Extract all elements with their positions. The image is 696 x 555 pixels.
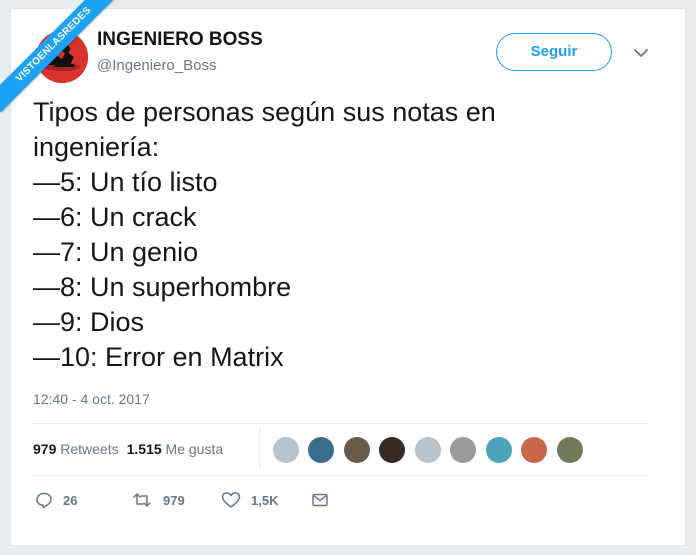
- liker-avatar[interactable]: [485, 437, 512, 463]
- liker-avatar[interactable]: [521, 437, 548, 463]
- liker-avatars: [273, 437, 588, 463]
- liker-avatar[interactable]: [414, 437, 441, 463]
- liker-avatar[interactable]: [556, 437, 583, 463]
- liker-avatar[interactable]: [308, 437, 335, 463]
- tweet-line: —9: Dios: [33, 307, 145, 337]
- likes-label: Me gusta: [165, 441, 224, 457]
- envelope-icon: [311, 491, 329, 509]
- reply-count: 26: [63, 492, 78, 508]
- tweet-line: —10: Error en Matrix: [33, 342, 284, 372]
- tweet-line: ingeniería:: [33, 132, 160, 162]
- liker-avatar[interactable]: [273, 437, 299, 463]
- liker-avatar[interactable]: [450, 437, 477, 463]
- likes-stat[interactable]: 1.515 Me gusta: [127, 441, 224, 457]
- tweet-timestamp[interactable]: 12:40 - 4 oct. 2017: [33, 391, 150, 407]
- likes-count: 1.515: [126, 441, 162, 457]
- stats-separator: [259, 427, 260, 469]
- liker-avatar[interactable]: [343, 437, 370, 463]
- follow-button[interactable]: Seguir: [496, 33, 612, 71]
- retweets-stat[interactable]: 979 Retweets: [33, 441, 119, 457]
- tweet-line: —8: Un superhombre: [33, 272, 292, 302]
- reply-button[interactable]: 26: [35, 489, 77, 511]
- message-button[interactable]: [311, 489, 329, 511]
- retweets-label: Retweets: [60, 441, 119, 457]
- retweet-button[interactable]: 979: [131, 489, 185, 511]
- tweet-line: —6: Un crack: [33, 202, 197, 232]
- tweet-card: VISTOENLASREDES INGENIERO BOSS @Ingenier…: [0, 0, 686, 546]
- like-button[interactable]: 1,5K: [221, 489, 278, 511]
- reply-icon: [35, 491, 53, 509]
- tweet-text: Tipos de personas según sus notas en ing…: [33, 95, 673, 375]
- divider: [33, 423, 649, 424]
- retweet-icon: [131, 491, 153, 509]
- author-name[interactable]: INGENIERO BOSS: [97, 29, 263, 51]
- tweet-line: —7: Un genio: [33, 237, 199, 267]
- divider: [33, 475, 649, 476]
- tweet-line: Tipos de personas según sus notas en: [33, 97, 496, 127]
- liker-avatar[interactable]: [379, 437, 406, 463]
- like-count: 1,5K: [251, 492, 279, 508]
- heart-icon: [221, 491, 241, 509]
- tweet-stats: 979 Retweets 1.515 Me gusta: [33, 441, 223, 457]
- author-handle[interactable]: @Ingeniero_Boss: [97, 57, 216, 74]
- chevron-down-icon[interactable]: [631, 43, 651, 63]
- tweet-line: —5: Un tío listo: [33, 167, 218, 197]
- retweet-count: 979: [163, 492, 185, 508]
- retweets-count: 979: [33, 441, 57, 457]
